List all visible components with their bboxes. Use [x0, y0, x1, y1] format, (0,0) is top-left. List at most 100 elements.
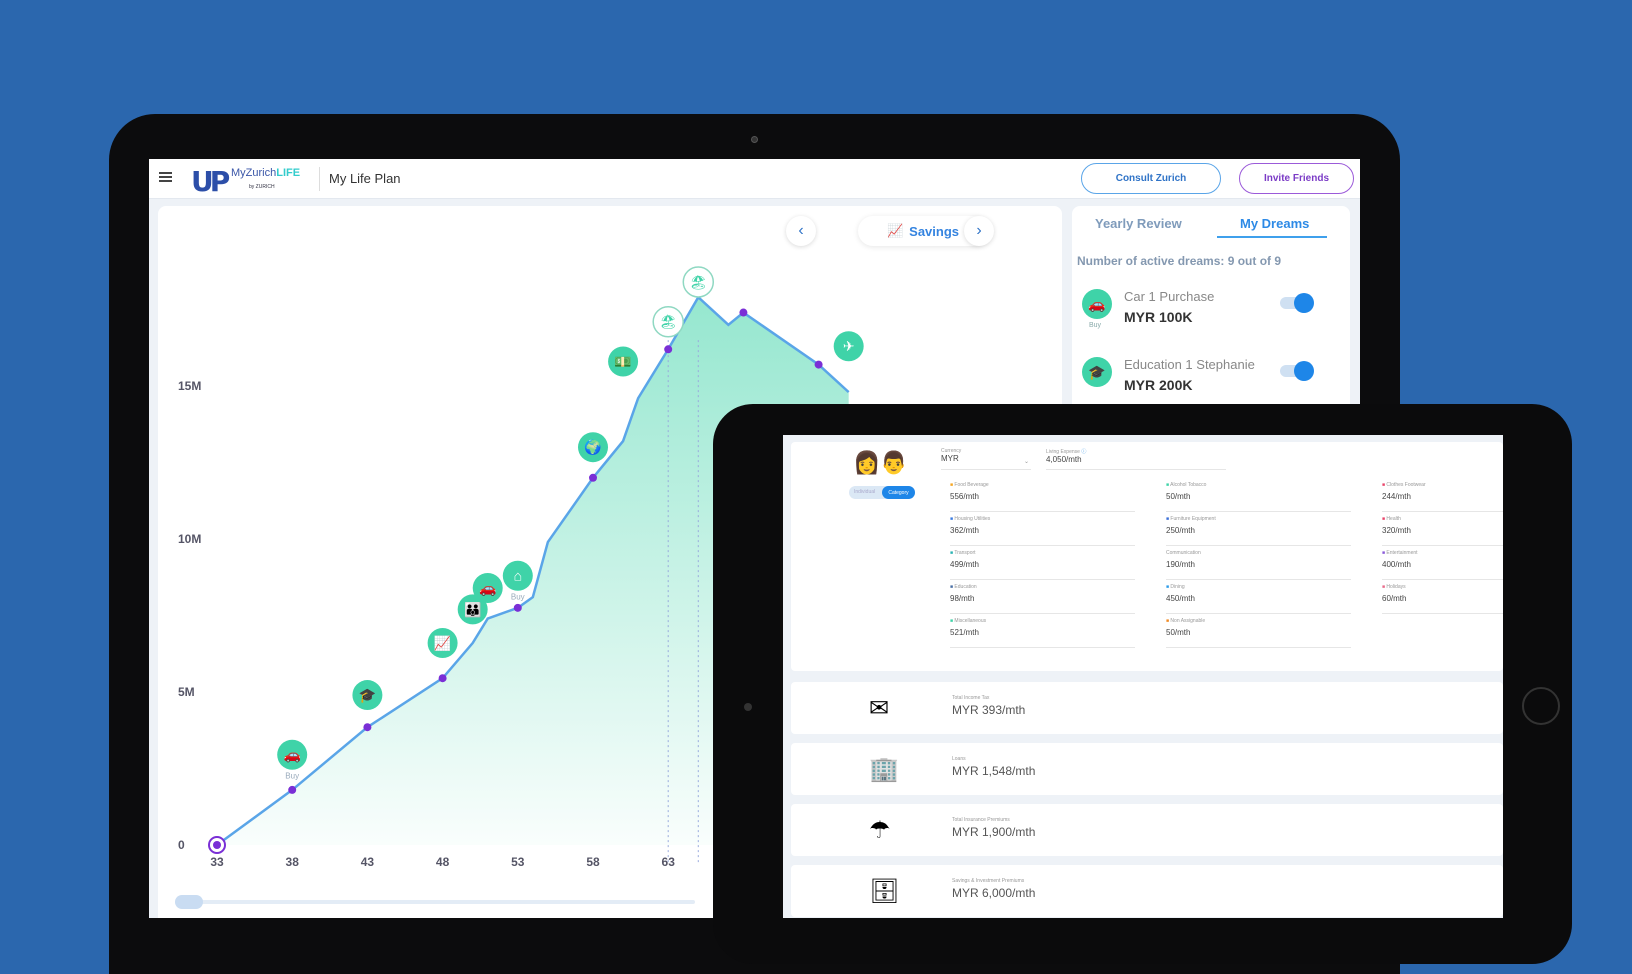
- x-tick-label: 38: [286, 855, 300, 869]
- dream-marker-label: Buy: [285, 772, 299, 781]
- expense-field[interactable]: ■ Transport 499/mth: [950, 550, 1135, 580]
- expense-value: 250/mth: [1166, 526, 1195, 535]
- data-point: [438, 674, 447, 683]
- expense-field[interactable]: ■ Miscellaneous 521/mth: [950, 618, 1135, 648]
- logo-life: LIFE: [276, 167, 301, 179]
- tax-envelope-icon: ✉: [869, 695, 890, 722]
- summary-row[interactable]: ☂ Total Insurance Premiums MYR 1,900/mth: [791, 804, 1503, 856]
- active-tab-indicator: [1217, 236, 1327, 238]
- expense-label: Housing Utilities: [954, 516, 991, 522]
- dream-tag: Buy: [1089, 322, 1102, 329]
- expense-field[interactable]: ■ Non Assignable 50/mth: [1166, 618, 1351, 648]
- safe-icon: 🗄: [869, 878, 900, 905]
- data-point: [814, 360, 823, 369]
- globe-glyph: 🌍: [584, 439, 601, 456]
- retirement-beach-glyph: 🏖: [689, 274, 707, 290]
- summary-row[interactable]: 🏢 Loans MYR 1,548/mth: [791, 743, 1503, 795]
- family-glyph: 👪: [464, 601, 481, 618]
- expense-field[interactable]: ■ Alcohol Tobacco 50/mth: [1166, 482, 1351, 512]
- mode-category[interactable]: Category: [882, 486, 915, 499]
- x-tick-label: 43: [361, 855, 375, 869]
- expense-field[interactable]: ■ Education 98/mth: [950, 584, 1135, 614]
- summary-value: MYR 393/mth: [952, 703, 1026, 717]
- divider: [319, 167, 320, 191]
- x-tick-label: 48: [436, 855, 450, 869]
- expense-value: 499/mth: [950, 560, 979, 569]
- tab-yearly-review[interactable]: Yearly Review: [1095, 216, 1182, 231]
- dream-amount: MYR 200K: [1124, 377, 1193, 393]
- data-point: [589, 473, 597, 482]
- summary-value: MYR 1,548/mth: [952, 764, 1036, 778]
- dream-name: Education 1 Stephanie: [1124, 357, 1255, 372]
- expense-value: 521/mth: [950, 628, 979, 637]
- summary-label: Savings & Investment Premiums: [952, 878, 1025, 884]
- tablet-screen: 👩👨 Individual Category Currency MYR ⌄ Li…: [783, 435, 1503, 918]
- investment-chart-glyph: 📈: [434, 635, 451, 652]
- timeline-scroll-thumb[interactable]: [175, 895, 203, 909]
- graduation-cap-glyph: 🎓: [359, 687, 376, 704]
- data-point: [739, 308, 748, 317]
- expense-label: Non Assignable: [1170, 618, 1206, 624]
- expense-field[interactable]: ■ Clothes Footwear 244/mth: [1382, 482, 1503, 512]
- mode-individual[interactable]: Individual: [854, 489, 875, 495]
- app-header: UP MyZurichLIFE by ZURICH My Life Plan C…: [149, 159, 1360, 199]
- summary-row[interactable]: ✉ Total Income Tax MYR 393/mth: [791, 682, 1503, 734]
- expense-field[interactable]: ■ Furniture Equipment 250/mth: [1166, 516, 1351, 546]
- living-expense-field[interactable]: Living Expense ⓘ 4,050/mth: [1046, 448, 1226, 470]
- logo[interactable]: UP: [191, 165, 230, 198]
- x-tick-label: 63: [662, 855, 676, 869]
- summary-row[interactable]: 🗄 Savings & Investment Premiums MYR 6,000/…: [791, 865, 1503, 917]
- tab-my-dreams[interactable]: My Dreams: [1240, 216, 1309, 231]
- summary-label: Loans: [952, 756, 966, 762]
- currency-value: MYR: [941, 454, 959, 463]
- expense-field[interactable]: ■ Housing Utilities 362/mth: [950, 516, 1135, 546]
- summary-value: MYR 6,000/mth: [952, 886, 1036, 900]
- x-tick-label: 33: [210, 855, 224, 869]
- expense-field[interactable]: ■ Entertainment 400/mth: [1382, 550, 1503, 580]
- summary-value: MYR 1,900/mth: [952, 825, 1036, 839]
- timeline-scrollbar[interactable]: [175, 900, 695, 904]
- chevron-down-icon: ⌄: [1023, 459, 1029, 465]
- dream-toggle[interactable]: [1280, 361, 1314, 381]
- x-tick-label: 58: [586, 855, 600, 869]
- expense-field[interactable]: ■ Health 320/mth: [1382, 516, 1503, 546]
- tablet-camera: [744, 703, 752, 711]
- invite-friends-button[interactable]: Invite Friends: [1239, 163, 1354, 194]
- currency-select[interactable]: Currency MYR ⌄: [941, 448, 1031, 470]
- expense-field[interactable]: Communication 190/mth: [1166, 550, 1351, 580]
- y-tick-label: 15M: [178, 379, 201, 393]
- expense-value: 60/mth: [1382, 594, 1407, 603]
- data-point: [363, 723, 372, 732]
- dream-item[interactable]: 🚗 Buy Car 1 Purchase MYR 100K: [1082, 289, 1322, 349]
- umbrella-icon: ☂: [869, 817, 891, 844]
- expense-value: 320/mth: [1382, 526, 1411, 535]
- expense-field[interactable]: ■ Holidays 60/mth: [1382, 584, 1503, 614]
- expense-label: Transport: [954, 550, 976, 556]
- tablet-home-button: [1522, 687, 1560, 725]
- dream-marker-label: Buy: [511, 593, 525, 602]
- expense-label: Furniture Equipment: [1170, 516, 1216, 522]
- expense-field[interactable]: ■ Food Beverage 556/mth: [950, 482, 1135, 512]
- view-mode-toggle[interactable]: Individual Category: [849, 486, 915, 499]
- expense-value: 190/mth: [1166, 560, 1195, 569]
- money-glyph: 💵: [614, 354, 631, 370]
- logo-text: MyZurichLIFE: [231, 167, 300, 179]
- airplane-glyph: ✈: [843, 338, 855, 354]
- living-expense-panel: 👩👨 Individual Category Currency MYR ⌄ Li…: [791, 442, 1503, 671]
- expense-label: Alcohol Tobacco: [1170, 482, 1207, 488]
- laptop-camera: [751, 136, 758, 143]
- expense-field[interactable]: ■ Dining 450/mth: [1166, 584, 1351, 614]
- summary-label: Total Insurance Premiums: [952, 817, 1010, 823]
- summary-label: Total Income Tax: [952, 695, 990, 701]
- y-tick-label: 0: [178, 838, 185, 852]
- expense-value: 98/mth: [950, 594, 975, 603]
- consult-zurich-button[interactable]: Consult Zurich: [1081, 163, 1221, 194]
- info-icon[interactable]: ⓘ: [1081, 449, 1086, 455]
- couple-avatar-icon: 👩👨: [853, 450, 908, 475]
- dream-toggle[interactable]: [1280, 293, 1314, 313]
- menu-icon[interactable]: [159, 172, 172, 174]
- graduation-cap-icon: 🎓: [1082, 357, 1112, 387]
- expense-label: Entertainment: [1386, 550, 1418, 556]
- expense-label: Food Beverage: [954, 482, 989, 488]
- car-glyph: 🚗: [283, 747, 300, 764]
